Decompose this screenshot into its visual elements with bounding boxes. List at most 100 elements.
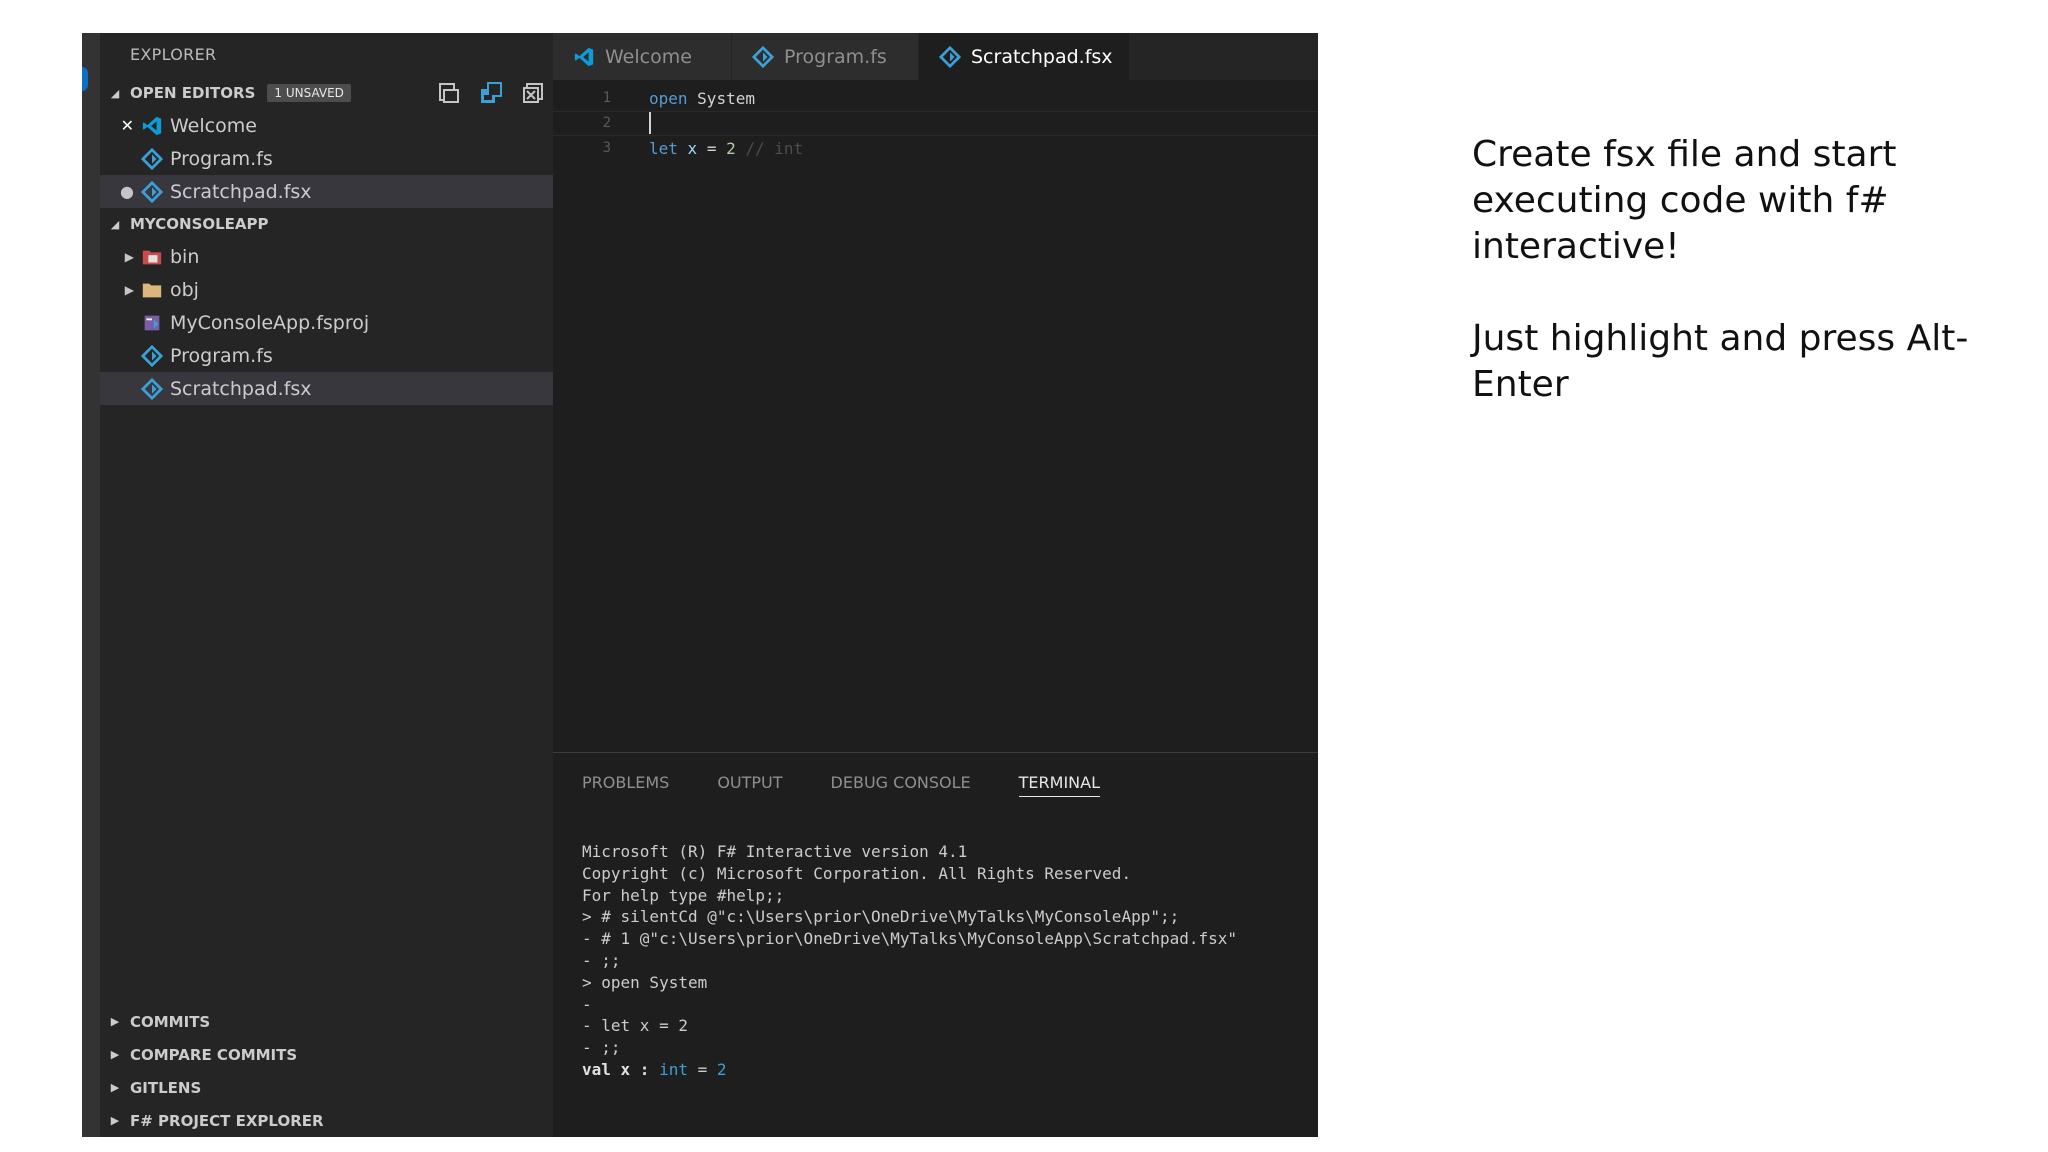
- code-editor[interactable]: 1 open System 2 3 let x = 2 // int: [553, 80, 1318, 161]
- line-number: 1: [602, 90, 611, 106]
- code-operator: =: [706, 139, 717, 158]
- gitlens-header[interactable]: ▶ GITLENS: [100, 1071, 553, 1104]
- compare-commits-header[interactable]: ▶ COMPARE COMMITS: [100, 1038, 553, 1071]
- tree-item-program[interactable]: Program.fs: [100, 339, 553, 372]
- editor-area: Welcome Program.fs Scratchpad.fsx 1 open…: [553, 33, 1318, 1137]
- open-editor-welcome[interactable]: ✕ Welcome: [100, 109, 553, 142]
- chevron-right-icon: ▶: [110, 1015, 120, 1028]
- tree-item-scratchpad[interactable]: Scratchpad.fsx: [100, 372, 553, 405]
- terminal-line: - ;;: [582, 1038, 621, 1058]
- fsharp-icon: [140, 344, 164, 368]
- tab-label: Welcome: [605, 45, 692, 68]
- chevron-right-icon: ▶: [124, 282, 134, 297]
- terminal-line: - # 1 @"c:\Users\prior\OneDrive\MyTalks\…: [582, 929, 1238, 949]
- fsharp-icon: [140, 147, 164, 171]
- tree-item-obj[interactable]: ▶ obj: [100, 273, 553, 306]
- code-keyword: open: [649, 89, 688, 108]
- open-editor-label: Scratchpad.fsx: [170, 180, 312, 203]
- code-comment: // int: [745, 139, 804, 158]
- tree-item-bin[interactable]: ▶ bin: [100, 240, 553, 273]
- unsaved-badge: 1 UNSAVED: [267, 84, 351, 102]
- panel-tabs: PROBLEMS OUTPUT DEBUG CONSOLE TERMINAL: [553, 753, 1318, 811]
- terminal-output[interactable]: Microsoft (R) F# Interactive version 4.1…: [553, 811, 1318, 1081]
- terminal-result-line: val x : int = 2: [582, 1059, 1318, 1081]
- section-label: F# PROJECT EXPLORER: [130, 1111, 324, 1130]
- bottom-sections: ▶ COMMITS ▶ COMPARE COMMITS ▶ GITLENS ▶ …: [100, 1005, 553, 1137]
- tree-item-label: bin: [170, 245, 200, 268]
- tab-problems[interactable]: PROBLEMS: [582, 773, 669, 792]
- section-label: COMPARE COMMITS: [130, 1045, 298, 1064]
- chevron-down-icon: ◢: [110, 86, 120, 100]
- note-line-2: Just highlight and press Alt-Enter: [1472, 318, 1969, 405]
- open-editor-label: Program.fs: [170, 147, 273, 170]
- code-identifier: System: [697, 89, 755, 108]
- open-editors-label: OPEN EDITORS: [130, 84, 256, 102]
- tab-terminal[interactable]: TERMINAL: [1018, 773, 1101, 797]
- commits-header[interactable]: ▶ COMMITS: [100, 1005, 553, 1038]
- tab-scratchpad[interactable]: Scratchpad.fsx: [919, 33, 1129, 80]
- chevron-right-icon: ▶: [110, 1048, 120, 1061]
- terminal-line: Copyright (c) Microsoft Corporation. All…: [582, 863, 1132, 883]
- open-editor-label: Welcome: [170, 114, 257, 137]
- chevron-right-icon: ▶: [110, 1081, 120, 1094]
- activity-indicator: [82, 67, 88, 91]
- bottom-panel: PROBLEMS OUTPUT DEBUG CONSOLE TERMINAL M…: [553, 752, 1318, 1137]
- tree-item-fsproj[interactable]: MyConsoleApp.fsproj: [100, 306, 553, 339]
- terminal-line: - ;;: [582, 950, 621, 970]
- tab-output[interactable]: OUTPUT: [717, 773, 782, 792]
- tree-item-label: MyConsoleApp.fsproj: [170, 311, 370, 334]
- explorer-sidebar: EXPLORER ◢ OPEN EDITORS 1 UNSAVED ✕ Welc…: [100, 33, 553, 1137]
- open-editors-header[interactable]: ◢ OPEN EDITORS 1 UNSAVED: [100, 77, 553, 109]
- chevron-right-icon: ▶: [124, 249, 134, 264]
- code-line-2: 2: [553, 111, 1318, 136]
- fsharp-project-explorer-header[interactable]: ▶ F# PROJECT EXPLORER: [100, 1104, 553, 1137]
- fsharp-icon: [939, 45, 961, 68]
- note-line-1: Create fsx file and start executing code…: [1472, 134, 1897, 267]
- fsharp-icon: [140, 377, 164, 401]
- project-header[interactable]: ◢ MYCONSOLEAPP: [100, 208, 553, 240]
- text-cursor: [649, 112, 651, 134]
- terminal-line: Microsoft (R) F# Interactive version 4.1: [582, 842, 968, 861]
- terminal-line: > open System: [582, 972, 708, 992]
- code-keyword: let: [649, 139, 678, 158]
- result-value: 2: [716, 1059, 727, 1079]
- section-label: GITLENS: [130, 1078, 202, 1097]
- line-number: 2: [602, 115, 611, 131]
- chevron-down-icon: ◢: [110, 217, 120, 231]
- tab-program[interactable]: Program.fs: [732, 33, 918, 80]
- terminal-line: -: [582, 994, 592, 1014]
- close-icon[interactable]: ✕: [100, 116, 140, 135]
- folder-icon: [140, 278, 164, 302]
- tab-label: Scratchpad.fsx: [971, 45, 1113, 68]
- fsharp-icon: [752, 45, 774, 68]
- tab-label: Program.fs: [784, 45, 887, 68]
- slide-note: Create fsx file and start executing code…: [1472, 132, 1992, 454]
- open-editor-scratchpad[interactable]: ● Scratchpad.fsx: [100, 175, 553, 208]
- code-line-1: 1 open System: [553, 86, 1318, 111]
- project-label: MYCONSOLEAPP: [130, 215, 269, 233]
- result-eq: =: [687, 1059, 717, 1079]
- vscode-window: EXPLORER ◢ OPEN EDITORS 1 UNSAVED ✕ Welc…: [82, 33, 1318, 1137]
- tree-item-label: Program.fs: [170, 344, 273, 367]
- vscode-icon: [573, 46, 595, 68]
- terminal-line: - let x = 2: [582, 1016, 688, 1036]
- folder-bin-icon: [140, 245, 164, 269]
- save-all-icon[interactable]: [437, 81, 461, 105]
- chevron-right-icon: ▶: [110, 1114, 120, 1127]
- tab-welcome[interactable]: Welcome: [553, 33, 731, 80]
- code-variable: x: [687, 139, 698, 158]
- section-label: COMMITS: [130, 1012, 211, 1031]
- explorer-title: EXPLORER: [130, 45, 217, 64]
- line-number: 3: [602, 140, 611, 156]
- tab-debug-console[interactable]: DEBUG CONSOLE: [831, 773, 971, 792]
- close-all-icon[interactable]: [521, 81, 545, 105]
- result-prefix: val x :: [582, 1059, 660, 1079]
- terminal-line: > # silentCd @"c:\Users\prior\OneDrive\M…: [582, 907, 1180, 927]
- editor-tabs: Welcome Program.fs Scratchpad.fsx: [553, 33, 1318, 80]
- code-number: 2: [726, 139, 736, 158]
- fsproj-icon: [140, 311, 164, 335]
- tree-item-label: obj: [170, 278, 199, 301]
- fsharp-icon: [140, 180, 164, 204]
- open-editor-program[interactable]: Program.fs: [100, 142, 553, 175]
- save-icon[interactable]: [479, 81, 503, 105]
